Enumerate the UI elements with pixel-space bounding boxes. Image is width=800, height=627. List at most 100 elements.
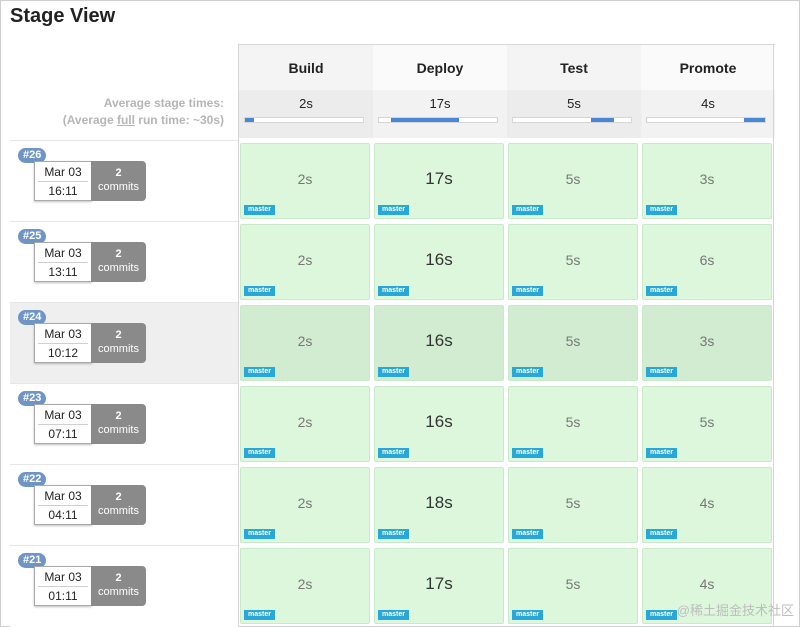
avg-progress-fill <box>590 118 615 122</box>
avg-cell-build: 2s <box>239 90 373 138</box>
stage-cell-promote[interactable]: 3s master <box>642 143 772 219</box>
stage-cell-promote[interactable]: 4s master <box>642 467 772 543</box>
run-time: 10:12 <box>47 346 79 360</box>
commits-button[interactable]: 2 commits <box>91 404 146 444</box>
stage-cell-deploy[interactable]: 17s master <box>374 143 504 219</box>
commit-count: 2 <box>115 572 122 584</box>
stage-duration: 3s <box>699 333 715 349</box>
stage-cell-promote[interactable]: 3s master <box>642 305 772 381</box>
stage-duration: 5s <box>699 414 715 430</box>
stage-cell-test[interactable]: 5s master <box>508 467 638 543</box>
stage-cell-promote[interactable]: 5s master <box>642 386 772 462</box>
commit-count: 2 <box>115 248 122 260</box>
stage-header-promote[interactable]: Promote <box>641 44 775 91</box>
stage-duration: 17s <box>425 574 453 593</box>
stage-cell-test[interactable]: 5s master <box>508 305 638 381</box>
stage-cell-deploy[interactable]: 17s master <box>374 548 504 624</box>
branch-tag: master <box>244 205 275 215</box>
stage-cell-deploy[interactable]: 16s master <box>374 386 504 462</box>
avg-progress-fill <box>743 118 765 122</box>
stage-cell-build[interactable]: 2s master <box>240 467 370 543</box>
stage-duration: 16s <box>425 331 453 350</box>
date-divider <box>38 505 88 506</box>
commits-label: commits <box>98 505 139 517</box>
stage-cell-deploy[interactable]: 16s master <box>374 305 504 381</box>
commit-count: 2 <box>115 167 122 179</box>
branch-tag: master <box>244 367 275 377</box>
branch-tag: master <box>244 448 275 458</box>
stage-cell-test[interactable]: 5s master <box>508 143 638 219</box>
avg-time-value: 17s <box>429 96 451 111</box>
commits-button[interactable]: 2 commits <box>91 161 146 201</box>
avg-cell-deploy: 17s <box>373 90 507 138</box>
stage-duration: 5s <box>565 576 581 592</box>
run-time: 13:11 <box>48 265 78 279</box>
branch-tag: master <box>512 205 543 215</box>
stage-cell-test[interactable]: 5s master <box>508 548 638 624</box>
stage-duration: 4s <box>699 495 715 511</box>
stage-duration: 5s <box>565 252 581 268</box>
branch-tag: master <box>646 529 677 539</box>
run-row-25[interactable]: #25 Mar 03 13:11 2 commits <box>10 221 238 303</box>
run-row-23[interactable]: #23 Mar 03 07:11 2 commits <box>10 383 238 465</box>
stage-cell-test[interactable]: 5s master <box>508 224 638 300</box>
run-time: 16:11 <box>48 184 78 198</box>
commits-button[interactable]: 2 commits <box>91 323 146 363</box>
column-divider <box>238 44 239 627</box>
branch-tag: master <box>244 286 275 296</box>
run-row-24[interactable]: #24 Mar 03 10:12 2 commits <box>10 302 238 384</box>
avg-time-value: 4s <box>701 96 715 111</box>
average-stage-times-label: Average stage times: <box>103 96 224 110</box>
branch-tag: master <box>512 610 543 620</box>
date-divider <box>38 424 88 425</box>
run-date-box: Mar 03 10:12 <box>34 323 92 363</box>
stage-cell-deploy[interactable]: 18s master <box>374 467 504 543</box>
stage-cell-test[interactable]: 5s master <box>508 386 638 462</box>
branch-tag: master <box>244 529 275 539</box>
branch-tag: master <box>378 205 409 215</box>
branch-tag: master <box>646 367 677 377</box>
stage-cell-build[interactable]: 2s master <box>240 386 370 462</box>
stage-duration: 2s <box>297 171 313 187</box>
commits-label: commits <box>98 262 139 274</box>
stage-cell-deploy[interactable]: 16s master <box>374 224 504 300</box>
run-row-26[interactable]: #26 Mar 03 16:11 2 commits <box>10 140 238 222</box>
branch-tag: master <box>378 367 409 377</box>
date-divider <box>38 181 88 182</box>
date-divider <box>38 343 88 344</box>
stage-header-deploy[interactable]: Deploy <box>373 44 507 91</box>
stage-duration: 2s <box>297 252 313 268</box>
branch-tag: master <box>378 610 409 620</box>
run-date-box: Mar 03 01:11 <box>34 566 92 606</box>
avg-cell-promote: 4s <box>641 90 775 138</box>
page-title: Stage View <box>10 5 116 27</box>
stage-header-test[interactable]: Test <box>507 44 641 91</box>
stage-duration: 2s <box>297 495 313 511</box>
commit-count: 2 <box>115 410 122 422</box>
stage-duration: 2s <box>297 333 313 349</box>
column-divider <box>773 44 774 627</box>
stage-cell-build[interactable]: 2s master <box>240 224 370 300</box>
stage-cell-promote[interactable]: 6s master <box>642 224 772 300</box>
commits-label: commits <box>98 181 139 193</box>
watermark: @稀土掘金技术社区 <box>676 603 794 618</box>
commits-label: commits <box>98 343 139 355</box>
commits-button[interactable]: 2 commits <box>91 485 146 525</box>
stage-cell-build[interactable]: 2s master <box>240 305 370 381</box>
stage-duration: 2s <box>297 414 313 430</box>
commits-button[interactable]: 2 commits <box>91 566 146 606</box>
run-row-21[interactable]: #21 Mar 03 01:11 2 commits <box>10 545 238 627</box>
stage-duration: 5s <box>565 495 581 511</box>
avg-progress-bar <box>646 117 766 123</box>
run-row-22[interactable]: #22 Mar 03 04:11 2 commits <box>10 464 238 546</box>
branch-tag: master <box>378 448 409 458</box>
stage-cell-build[interactable]: 2s master <box>240 143 370 219</box>
run-date-box: Mar 03 07:11 <box>34 404 92 444</box>
stage-cell-build[interactable]: 2s master <box>240 548 370 624</box>
stage-duration: 4s <box>699 576 715 592</box>
branch-tag: master <box>378 286 409 296</box>
commits-button[interactable]: 2 commits <box>91 242 146 282</box>
stage-header-build[interactable]: Build <box>239 44 373 91</box>
avg-time-value: 5s <box>567 96 581 111</box>
avg-cell-test: 5s <box>507 90 641 138</box>
